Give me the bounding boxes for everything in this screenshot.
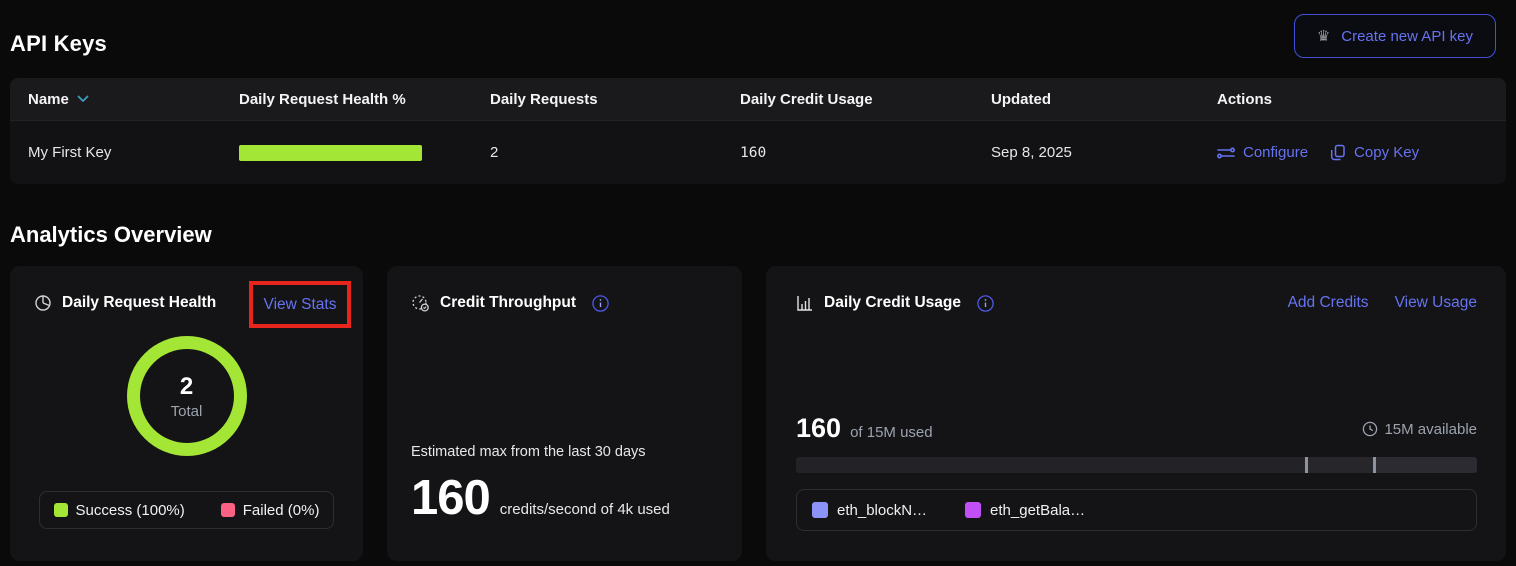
eth-getbalance-label: eth_getBala… — [990, 502, 1085, 519]
legend-item-eth-blocknumber: eth_blockN… — [812, 502, 927, 519]
legend-item-success: Success (100%) — [54, 502, 185, 519]
eth-getbalance-swatch — [965, 502, 981, 518]
daily-request-health-card: Daily Request Health View Stats 2 Total … — [10, 266, 363, 561]
api-keys-table: Name Daily Request Health % Daily Reques… — [10, 78, 1506, 184]
legend-item-eth-getbalance: eth_getBala… — [965, 502, 1085, 519]
card-header-links: Add Credits View Usage — [1288, 294, 1477, 312]
configure-label: Configure — [1243, 144, 1308, 161]
copy-key-button[interactable]: Copy Key — [1330, 144, 1419, 161]
table-header-row: Name Daily Request Health % Daily Reques… — [10, 78, 1506, 120]
configure-button[interactable]: Configure — [1217, 144, 1308, 161]
throughput-subtitle: Estimated max from the last 30 days — [411, 444, 718, 460]
page-title: API Keys — [10, 31, 107, 57]
analytics-cards: Daily Request Health View Stats 2 Total … — [10, 266, 1506, 561]
card-header: Credit Throughput — [411, 294, 718, 312]
bar-chart-icon — [796, 294, 814, 312]
column-header-updated: Updated — [991, 91, 1217, 108]
health-bar — [239, 145, 422, 161]
column-header-name[interactable]: Name — [28, 91, 239, 108]
throughput-value-row: 160 credits/second of 4k used — [411, 474, 718, 523]
total-requests-value: 2 — [180, 373, 193, 401]
info-icon[interactable] — [592, 295, 609, 312]
copy-key-label: Copy Key — [1354, 144, 1419, 161]
health-legend: Success (100%) Failed (0%) — [39, 491, 334, 529]
view-stats-link[interactable]: View Stats — [264, 296, 337, 314]
create-api-key-label: Create new API key — [1341, 28, 1473, 45]
health-donut-center: 2 Total — [140, 349, 234, 443]
table-row[interactable]: My First Key 2 160 Sep 8, 2025 Configure — [10, 120, 1506, 184]
usage-legend: eth_blockN… eth_getBala… — [796, 489, 1477, 531]
legend-item-failed: Failed (0%) — [221, 502, 320, 519]
add-credits-link[interactable]: Add Credits — [1288, 294, 1369, 312]
health-donut-ring: 2 Total — [127, 336, 247, 456]
throughput-value: 160 — [411, 474, 490, 523]
dashboard-page: API Keys ♛ Create new API key Name Daily… — [0, 0, 1516, 566]
create-api-key-button[interactable]: ♛ Create new API key — [1294, 14, 1496, 58]
clock-icon — [1362, 421, 1378, 437]
total-requests-label: Total — [171, 403, 203, 420]
info-icon[interactable] — [977, 295, 994, 312]
column-header-health: Daily Request Health % — [239, 91, 490, 108]
column-header-requests: Daily Requests — [490, 91, 740, 108]
credits-used-value: 160 — [796, 415, 841, 442]
column-header-actions: Actions — [1217, 91, 1488, 108]
annotation-red-box: View Stats — [249, 281, 351, 328]
daily-requests-value: 2 — [490, 144, 740, 161]
card-title: Daily Credit Usage — [824, 294, 961, 312]
card-title: Credit Throughput — [440, 294, 576, 312]
daily-credit-usage-card: Daily Credit Usage Add Credits View Usag… — [766, 266, 1506, 561]
key-name: My First Key — [28, 144, 239, 161]
gauge-icon — [411, 294, 430, 312]
crown-icon: ♛ — [1317, 29, 1330, 44]
health-donut: 2 Total — [34, 336, 339, 456]
credits-available: 15M available — [1362, 421, 1477, 438]
column-header-credit-usage: Daily Credit Usage — [740, 91, 991, 108]
credit-throughput-card: Credit Throughput Estimated max from the… — [387, 266, 742, 561]
sort-chevron-icon[interactable] — [77, 95, 89, 103]
progress-tick — [1305, 457, 1308, 473]
failed-swatch — [221, 503, 235, 517]
analytics-overview-title: Analytics Overview — [10, 222, 1506, 248]
row-actions: Configure Copy Key — [1217, 144, 1488, 161]
progress-tick — [1373, 457, 1376, 473]
success-swatch — [54, 503, 68, 517]
daily-credit-usage-value: 160 — [740, 145, 991, 161]
usage-stats-row: 160 of 15M used 15M available — [796, 415, 1477, 442]
updated-value: Sep 8, 2025 — [991, 144, 1217, 161]
throughput-unit: credits/second of 4k used — [500, 501, 670, 518]
success-label: Success (100%) — [76, 502, 185, 519]
top-bar: API Keys ♛ Create new API key — [10, 0, 1506, 58]
card-title: Daily Request Health — [62, 294, 216, 312]
failed-label: Failed (0%) — [243, 502, 320, 519]
copy-icon — [1330, 144, 1346, 161]
view-usage-link[interactable]: View Usage — [1395, 294, 1477, 312]
credit-usage-progress-bar — [796, 457, 1477, 473]
eth-blocknumber-swatch — [812, 502, 828, 518]
credits-used-suffix: of 15M used — [850, 424, 933, 441]
credits-available-label: 15M available — [1384, 421, 1477, 438]
pie-chart-icon — [34, 294, 52, 312]
card-header: Daily Credit Usage Add Credits View Usag… — [796, 294, 1477, 312]
column-label: Name — [28, 91, 69, 108]
health-cell — [239, 145, 490, 161]
sliders-icon — [1217, 146, 1235, 160]
eth-blocknumber-label: eth_blockN… — [837, 502, 927, 519]
